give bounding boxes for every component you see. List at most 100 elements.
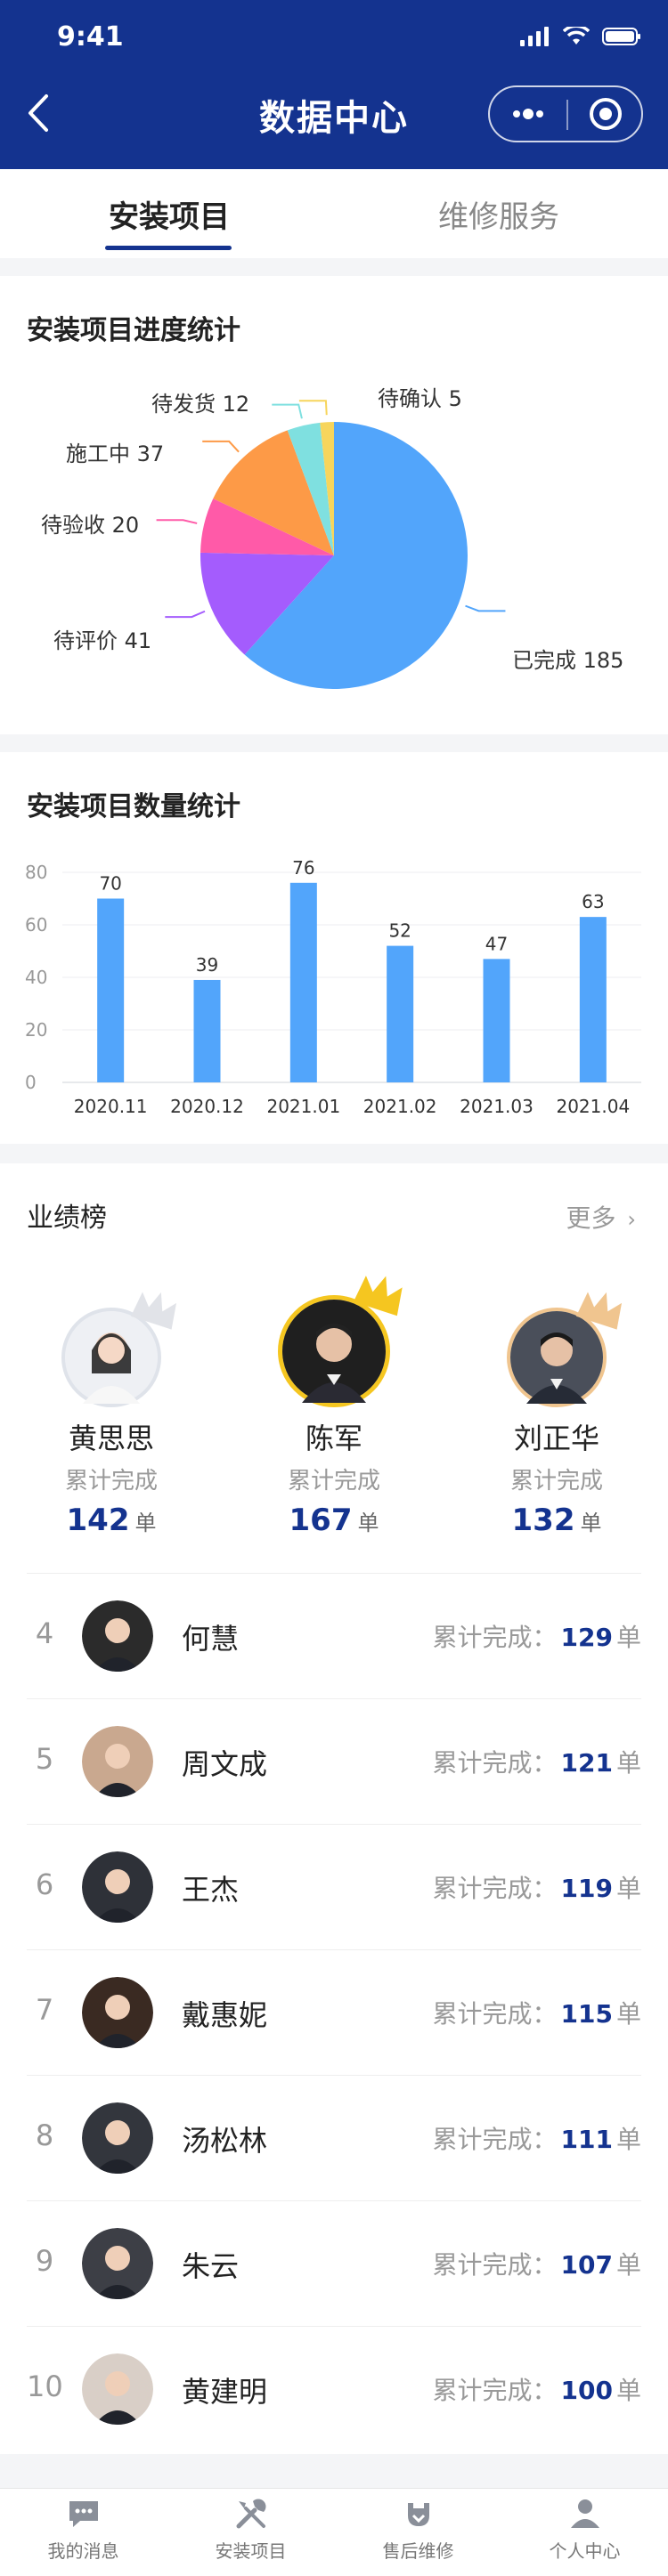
- repair-icon: [407, 2503, 429, 2526]
- user-icon: [570, 2499, 599, 2528]
- pie-label-pending-shipment: 待发货 12: [151, 392, 250, 417]
- ranking-row[interactable]: 8 汤松林 累计完成： 111 单: [27, 2075, 641, 2199]
- row-count-value: 121: [560, 1748, 613, 1778]
- tabbar-label: 我的消息: [47, 2540, 119, 2562]
- podium-second[interactable]: 黄思思 累计完成 142 单: [13, 1288, 209, 1538]
- bar-value-label: 47: [485, 933, 508, 954]
- x-tick-label: 2021.03: [460, 1096, 534, 1117]
- wifi-icon: [563, 27, 590, 45]
- person-avatar-icon: [82, 1851, 153, 1923]
- ranking-row[interactable]: 10 黄建明 累计完成： 100 单: [27, 2326, 641, 2450]
- bar-value-label: 63: [582, 891, 604, 912]
- pie-leader-completed: [465, 604, 506, 612]
- ranking-row[interactable]: 5 周文成 累计完成： 121 单: [27, 1698, 641, 1823]
- row-count-value: 129: [560, 1623, 613, 1652]
- row-count-value: 100: [560, 2376, 613, 2405]
- row-name: 何慧: [182, 1622, 240, 1656]
- podium-name: 黄思思: [68, 1422, 154, 1455]
- progress-stats-card: 安装项目进度统计 已完成 185 待评价 41 待验收 20 施工中 37 待发…: [0, 276, 668, 734]
- row-count: 累计完成： 129 单: [433, 1618, 641, 1654]
- bar: [193, 979, 221, 1082]
- tabbar-messages[interactable]: 我的消息: [0, 2496, 167, 2563]
- bar: [387, 945, 414, 1082]
- podium-unit: 单: [357, 1511, 379, 1535]
- row-name: 周文成: [182, 1747, 268, 1781]
- y-tick-label: 60: [25, 914, 47, 936]
- avatar: [82, 2353, 153, 2425]
- ranking-row[interactable]: 6 王杰 累计完成： 119 单: [27, 1824, 641, 1948]
- more-label: 更多: [566, 1203, 616, 1233]
- tab-install-projects[interactable]: 安装项目: [71, 192, 267, 236]
- message-icon: [69, 2501, 98, 2527]
- avatar: [82, 1851, 153, 1923]
- podium-name: 陈军: [305, 1422, 363, 1455]
- row-count: 累计完成： 119 单: [433, 1869, 641, 1905]
- row-count-prefix: 累计完成：: [432, 1623, 558, 1652]
- bar: [97, 898, 125, 1082]
- tab-repair-service[interactable]: 维修服务: [401, 192, 597, 236]
- person-avatar-icon: [82, 2102, 153, 2174]
- podium-first[interactable]: 陈军 累计完成 167 单: [236, 1276, 432, 1538]
- x-tick-label: 2021.04: [556, 1096, 630, 1117]
- row-count-value: 111: [560, 2125, 613, 2154]
- quantity-stats-card: 安装项目数量统计 0 20 40 60 80 70 2020.11 39 2020.12 76 20…: [0, 752, 668, 1144]
- more-link[interactable]: 更多 ›: [566, 1199, 636, 1235]
- bar-value-label: 76: [292, 857, 314, 879]
- row-name: 汤松林: [182, 2124, 268, 2158]
- podium-unit: 单: [134, 1511, 157, 1535]
- more-dots-icon: [513, 109, 543, 119]
- person-avatar-icon: [282, 1300, 386, 1403]
- person-avatar-icon: [82, 2353, 153, 2425]
- close-program-button[interactable]: [568, 87, 643, 141]
- podium-count-value: 167: [289, 1503, 353, 1538]
- row-count-prefix: 累计完成：: [432, 2376, 558, 2405]
- rank-number: 4: [35, 1616, 54, 1650]
- rank-number: 5: [35, 1742, 54, 1776]
- avatar: [507, 1292, 623, 1407]
- mini-program-capsule: [488, 85, 643, 142]
- bar-value-label: 39: [196, 954, 218, 976]
- avatar: [82, 1977, 153, 2048]
- row-count-value: 119: [560, 1874, 613, 1903]
- avatar: [82, 1726, 153, 1797]
- x-tick-label: 2021.02: [363, 1096, 437, 1117]
- pie-label-pending-review: 待评价 41: [53, 628, 152, 653]
- podium-sub-label: 累计完成: [509, 1468, 603, 1495]
- row-name: 王杰: [182, 1873, 240, 1907]
- row-count: 累计完成： 100 单: [433, 2371, 641, 2407]
- podium-third[interactable]: 刘正华 累计完成 132 单: [459, 1288, 655, 1538]
- status-time: 9:41: [57, 21, 124, 53]
- bar-value-label: 70: [99, 873, 121, 895]
- pie-leader-pending-review: [165, 610, 206, 619]
- pie-label-in-construction: 施工中 37: [66, 441, 165, 466]
- ranking-row[interactable]: 4 何慧 累计完成： 129 单: [27, 1573, 641, 1697]
- podium-name: 刘正华: [513, 1422, 599, 1455]
- tabbar-repair[interactable]: 售后维修: [335, 2496, 501, 2563]
- pie-label-completed: 已完成 185: [512, 648, 624, 673]
- avatar: [82, 1600, 153, 1672]
- tabbar-install[interactable]: 安装项目: [167, 2496, 334, 2563]
- row-count-prefix: 累计完成：: [432, 1874, 558, 1903]
- pie-label-pending-acceptance: 待验收 20: [41, 513, 140, 538]
- x-tick-label: 2020.11: [74, 1096, 148, 1117]
- rank-number: 7: [35, 1993, 54, 2027]
- tab-bar: 安装项目 维修服务: [0, 169, 668, 258]
- tools-icon: [236, 2499, 265, 2529]
- more-dots-button[interactable]: [490, 87, 566, 141]
- tabbar-profile[interactable]: 个人中心: [501, 2496, 668, 2563]
- y-tick-label: 20: [25, 1019, 47, 1041]
- podium-count: 142 单: [13, 1503, 209, 1538]
- x-tick-label: 2021.01: [266, 1096, 340, 1117]
- pie-leader-pending-shipment: [272, 403, 303, 419]
- podium-count-value: 142: [66, 1503, 130, 1538]
- y-tick-label: 0: [25, 1072, 37, 1093]
- rank-number: 9: [35, 2244, 54, 2278]
- ranking-row[interactable]: 9 朱云 累计完成： 107 单: [27, 2200, 641, 2325]
- tabbar-label: 售后维修: [382, 2540, 454, 2562]
- tab-active-indicator: [105, 246, 232, 250]
- ranking-row[interactable]: 7 戴惠妮 累计完成： 115 单: [27, 1949, 641, 2074]
- person-avatar-icon: [82, 1977, 153, 2048]
- pie-leader-in-construction: [202, 440, 240, 453]
- bar-chart: 0 20 40 60 80 70 2020.11 39 2020.12 76 2021.01 52 20…: [25, 857, 641, 1117]
- x-tick-label: 2020.12: [170, 1096, 244, 1117]
